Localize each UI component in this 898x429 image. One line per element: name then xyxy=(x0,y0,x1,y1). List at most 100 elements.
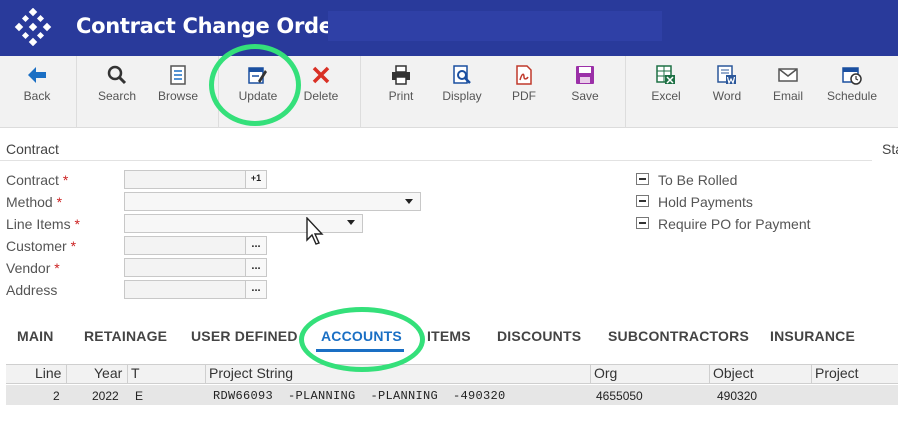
side-section-title: Sta xyxy=(882,141,898,157)
accounts-highlight-circle xyxy=(299,307,425,372)
column-divider xyxy=(205,364,206,384)
excel-icon xyxy=(656,65,675,84)
schedule-button[interactable]: Schedule xyxy=(824,56,880,128)
column-header-project[interactable]: Project xyxy=(815,365,859,381)
tab-user-defined[interactable]: USER DEFINED xyxy=(191,328,298,344)
customer-field[interactable] xyxy=(124,236,246,255)
word-icon xyxy=(717,65,736,85)
column-divider xyxy=(811,364,812,384)
display-icon xyxy=(453,65,471,84)
search-button[interactable]: Search xyxy=(92,56,142,128)
title-bar: Contract Change Orders xyxy=(0,0,898,56)
hold-payments-label: Hold Payments xyxy=(658,194,753,210)
email-label: Email xyxy=(772,89,803,103)
app-window: Contract Change Orders Back Search Brows… xyxy=(0,0,898,429)
tab-discounts[interactable]: DISCOUNTS xyxy=(497,328,581,344)
contract-increment-button[interactable]: +1 xyxy=(245,170,267,189)
save-label: Save xyxy=(571,89,599,103)
section-divider xyxy=(0,160,872,161)
update-highlight-circle xyxy=(209,44,301,126)
column-header-line[interactable]: Line xyxy=(35,365,61,381)
title-redacted-area xyxy=(328,11,662,41)
word-label: Word xyxy=(712,89,742,103)
toolbar-separator xyxy=(360,56,361,128)
print-button[interactable]: Print xyxy=(376,56,426,128)
schedule-label: Schedule xyxy=(826,89,878,103)
tab-retainage[interactable]: RETAINAGE xyxy=(84,328,167,344)
method-dropdown[interactable] xyxy=(124,192,421,211)
vendor-lookup-button[interactable]: ... xyxy=(245,258,267,277)
chevron-down-icon xyxy=(347,220,355,225)
column-header-object[interactable]: Object xyxy=(713,365,753,381)
delete-button[interactable]: Delete xyxy=(296,56,346,128)
display-label: Display xyxy=(442,89,482,103)
column-header-t[interactable]: T xyxy=(131,365,140,381)
excel-label: Excel xyxy=(651,89,681,103)
back-label: Back xyxy=(23,89,51,103)
delete-label: Delete xyxy=(303,89,339,103)
to-be-rolled-checkbox[interactable] xyxy=(636,173,649,185)
customer-lookup-button[interactable]: ... xyxy=(245,236,267,255)
vendor-field[interactable] xyxy=(124,258,246,277)
contract-label: Contract * xyxy=(6,172,69,188)
cell-object: 490320 xyxy=(717,389,758,403)
customer-label: Customer * xyxy=(6,238,77,254)
column-header-project-string[interactable]: Project String xyxy=(209,365,293,381)
tab-subcontractors[interactable]: SUBCONTRACTORS xyxy=(608,328,749,344)
column-divider xyxy=(709,364,710,384)
require-po-label: Require PO for Payment xyxy=(658,216,811,232)
tab-insurance[interactable]: INSURANCE xyxy=(770,328,855,344)
pdf-label: PDF xyxy=(512,89,536,103)
browse-icon xyxy=(170,65,186,85)
email-icon xyxy=(778,68,798,82)
cell-line: 2 xyxy=(53,389,60,403)
search-label: Search xyxy=(97,89,137,103)
method-label: Method * xyxy=(6,194,63,210)
address-lookup-button[interactable]: ... xyxy=(245,280,267,299)
to-be-rolled-label: To Be Rolled xyxy=(658,172,738,188)
save-icon xyxy=(576,66,594,84)
cell-t: E xyxy=(135,389,144,403)
contract-field[interactable] xyxy=(124,170,246,189)
app-logo-icon xyxy=(14,8,52,46)
back-arrow-icon xyxy=(28,67,46,83)
delete-icon xyxy=(312,66,330,84)
chevron-down-icon xyxy=(405,199,413,204)
hold-payments-checkbox[interactable] xyxy=(636,195,649,207)
back-button[interactable]: Back xyxy=(12,56,62,128)
email-button[interactable]: Email xyxy=(763,56,813,128)
line-items-dropdown[interactable] xyxy=(124,214,363,233)
address-field[interactable] xyxy=(124,280,246,299)
print-label: Print xyxy=(388,89,414,103)
tab-items[interactable]: ITEMS xyxy=(427,328,471,344)
printer-icon xyxy=(392,65,410,85)
browse-button[interactable]: Browse xyxy=(153,56,203,128)
require-po-checkbox[interactable] xyxy=(636,217,649,229)
excel-button[interactable]: Excel xyxy=(641,56,691,128)
schedule-icon xyxy=(842,67,862,85)
cell-org: 4655050 xyxy=(596,389,643,403)
pdf-button[interactable]: PDF xyxy=(499,56,549,128)
toolbar: Back Search Browse Update Delete Print D… xyxy=(0,56,898,128)
toolbar-separator xyxy=(76,56,77,128)
column-divider xyxy=(66,364,67,384)
column-header-year[interactable]: Year xyxy=(94,365,122,381)
app-title: Contract Change Orders xyxy=(76,14,355,38)
cell-year: 2022 xyxy=(92,389,119,403)
cell-project-string: RDW66093 -PLANNING -PLANNING -490320 xyxy=(213,389,506,403)
pdf-icon xyxy=(516,65,532,85)
column-divider xyxy=(127,364,128,384)
column-divider xyxy=(590,364,591,384)
mouse-cursor-icon xyxy=(306,217,324,245)
search-icon xyxy=(107,65,127,85)
column-header-org[interactable]: Org xyxy=(594,365,617,381)
section-title: Contract xyxy=(6,141,59,157)
vendor-label: Vendor * xyxy=(6,260,60,276)
save-button[interactable]: Save xyxy=(560,56,610,128)
word-button[interactable]: Word xyxy=(702,56,752,128)
display-button[interactable]: Display xyxy=(437,56,487,128)
browse-label: Browse xyxy=(157,89,198,103)
address-label: Address xyxy=(6,282,58,298)
toolbar-separator xyxy=(625,56,626,128)
tab-main[interactable]: MAIN xyxy=(17,328,54,344)
